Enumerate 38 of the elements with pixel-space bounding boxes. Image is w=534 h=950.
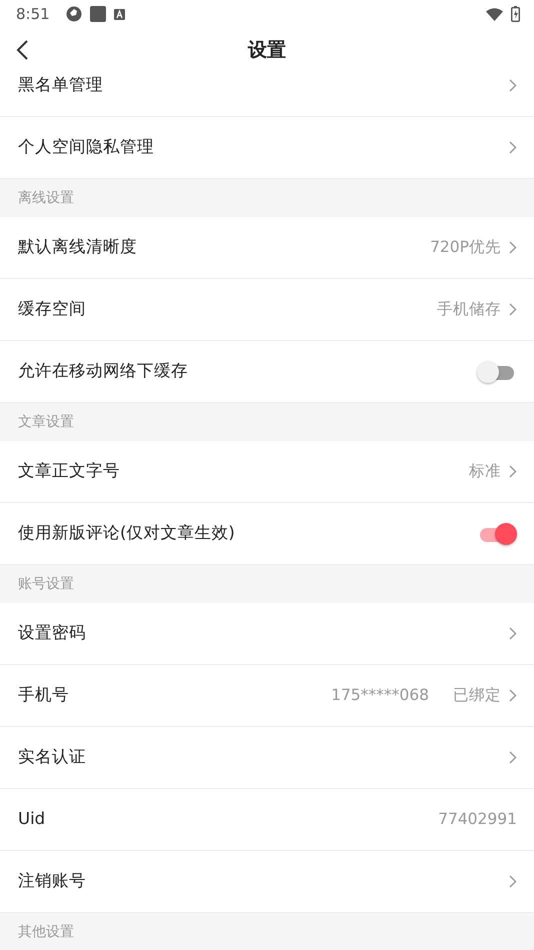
wifi-icon: [486, 8, 503, 20]
settings-row[interactable]: 黑名单管理: [0, 72, 534, 117]
row-value: 标准: [469, 460, 501, 482]
row-value: 720P优先: [430, 236, 501, 258]
row-value: 77402991: [438, 808, 517, 830]
section-header: 离线设置: [18, 188, 74, 208]
row-label: 黑名单管理: [18, 74, 103, 96]
keyboard-icon: [114, 8, 125, 20]
section-header: 账号设置: [18, 574, 74, 594]
status-time: 8:51: [16, 4, 50, 25]
row-label: 缓存空间: [18, 298, 86, 320]
row-value: 手机储存: [437, 298, 501, 320]
page-title: 设置: [248, 38, 286, 63]
settings-row[interactable]: 实名认证: [0, 727, 534, 789]
settings-row[interactable]: 设置密码: [0, 603, 534, 665]
back-icon[interactable]: [16, 40, 28, 60]
settings-row[interactable]: 默认离线清晰度 720P优先: [0, 217, 534, 279]
settings-row[interactable]: 缓存空间 手机储存: [0, 279, 534, 341]
battery-icon: [511, 6, 520, 22]
square-icon: [90, 6, 106, 22]
settings-row[interactable]: 文章正文字号 标准: [0, 441, 534, 503]
row-label: 注销账号: [18, 870, 86, 892]
settings-row[interactable]: Uid 77402991: [0, 789, 534, 851]
phone-number: 175*****068: [331, 684, 429, 706]
row-label: 允许在移动网络下缓存: [18, 360, 188, 382]
row-label: 默认离线清晰度: [18, 236, 137, 258]
row-label: 手机号: [18, 684, 69, 706]
settings-row[interactable]: 手机号 175*****068 已绑定: [0, 665, 534, 727]
row-label: Uid: [18, 808, 46, 830]
row-label: 文章正文字号: [18, 460, 120, 482]
aperture-icon: [66, 6, 82, 22]
row-label: 设置密码: [18, 622, 86, 644]
row-label: 实名认证: [18, 746, 86, 768]
row-label: 个人空间隐私管理: [18, 136, 154, 158]
section-header: 其他设置: [18, 922, 74, 942]
row-label: 使用新版评论(仅对文章生效): [18, 522, 235, 544]
section-header: 文章设置: [18, 412, 74, 432]
row-value: 已绑定: [453, 684, 501, 706]
